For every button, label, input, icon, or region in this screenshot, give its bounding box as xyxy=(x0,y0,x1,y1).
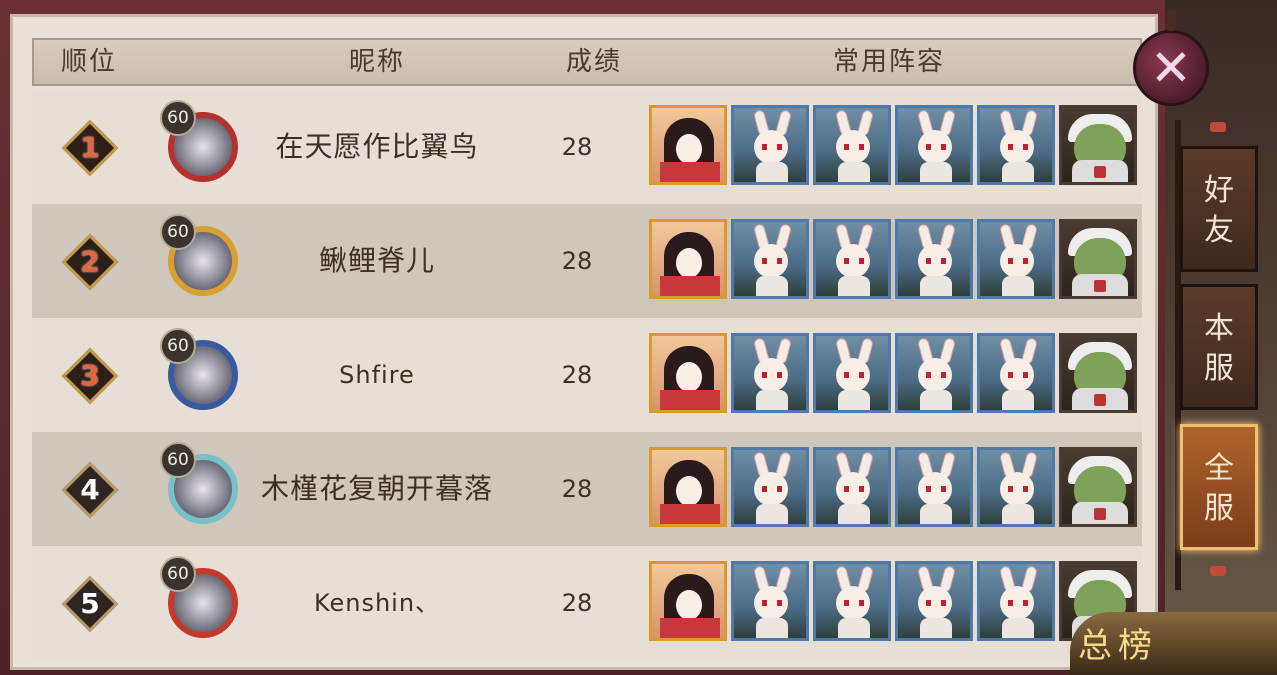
tab-friends[interactable]: 好 友 xyxy=(1180,146,1258,272)
tab-friends-label-2: 友 xyxy=(1204,213,1234,248)
rank-badge: 1 xyxy=(61,119,119,177)
shikigami-rabbit-icon[interactable] xyxy=(731,105,809,185)
level-badge: 60 xyxy=(160,214,196,250)
score: 28 xyxy=(561,133,593,161)
shikigami-rabbit-icon[interactable] xyxy=(813,561,891,641)
avatar[interactable]: 60 xyxy=(160,214,242,298)
tab-server-label-1: 本 xyxy=(1204,311,1234,346)
pin-decoration xyxy=(1166,9,1176,31)
shikigami-rabbit-icon[interactable] xyxy=(977,333,1055,413)
header-score: 成绩 xyxy=(565,47,622,77)
shikigami-rabbit-icon[interactable] xyxy=(731,561,809,641)
bow-decoration xyxy=(1210,566,1226,576)
tab-friends-label-1: 好 xyxy=(1204,173,1234,208)
tab-server-label-2: 服 xyxy=(1204,351,1234,386)
score: 28 xyxy=(561,247,593,275)
shikigami-rabbit-icon[interactable] xyxy=(895,447,973,527)
shikigami-umbrella-girl-icon[interactable] xyxy=(649,561,727,641)
rank-number: 2 xyxy=(80,245,100,278)
shikigami-rabbit-icon[interactable] xyxy=(895,333,973,413)
team-lineup xyxy=(649,219,1139,301)
shikigami-umbrella-girl-icon[interactable] xyxy=(649,219,727,299)
avatar[interactable]: 60 xyxy=(160,442,242,526)
leaderboard-row[interactable]: 5 60 Kenshin、 28 xyxy=(32,546,1142,660)
level-badge: 60 xyxy=(160,328,196,364)
nickname: 木槿花复朝开暮落 xyxy=(260,472,493,505)
team-lineup xyxy=(649,561,1139,643)
shikigami-rabbit-icon[interactable] xyxy=(977,447,1055,527)
shikigami-rabbit-icon[interactable] xyxy=(731,447,809,527)
level-badge: 60 xyxy=(160,100,196,136)
shikigami-rabbit-icon[interactable] xyxy=(895,105,973,185)
shikigami-rabbit-icon[interactable] xyxy=(731,219,809,299)
table-header: 顺位 昵称 成绩 常用阵容 xyxy=(32,38,1142,86)
rank-badge: 3 xyxy=(61,347,119,405)
header-nickname: 昵称 xyxy=(348,47,405,77)
shikigami-umbrella-girl-icon[interactable] xyxy=(649,447,727,527)
shikigami-rabbit-icon[interactable] xyxy=(977,219,1055,299)
shikigami-frog-icon[interactable] xyxy=(1059,447,1137,527)
avatar[interactable]: 60 xyxy=(160,328,242,412)
tab-server[interactable]: 本 服 xyxy=(1180,284,1258,410)
shikigami-umbrella-girl-icon[interactable] xyxy=(649,105,727,185)
rank-number: 3 xyxy=(80,359,100,392)
leaderboard-row[interactable]: 1 60 在天愿作比翼鸟 28 xyxy=(32,90,1142,204)
shikigami-rabbit-icon[interactable] xyxy=(813,333,891,413)
header-rank: 顺位 xyxy=(60,47,117,77)
shikigami-rabbit-icon[interactable] xyxy=(731,333,809,413)
close-button[interactable]: ✕ xyxy=(1133,9,1209,106)
team-lineup xyxy=(649,447,1139,529)
shikigami-rabbit-icon[interactable] xyxy=(895,561,973,641)
tab-all-server-label-2: 服 xyxy=(1204,491,1234,526)
rank-badge: 2 xyxy=(61,233,119,291)
bow-decoration xyxy=(1210,122,1226,132)
shikigami-rabbit-icon[interactable] xyxy=(977,561,1055,641)
close-icon: ✕ xyxy=(1150,39,1192,97)
avatar[interactable]: 60 xyxy=(160,556,242,640)
nickname: 在天愿作比翼鸟 xyxy=(275,130,479,163)
nickname: Shfire xyxy=(339,361,415,389)
leaderboard-row[interactable]: 2 60 鳅鲤脊儿 28 xyxy=(32,204,1142,318)
rank-number: 1 xyxy=(80,131,100,164)
shikigami-frog-icon[interactable] xyxy=(1059,333,1137,413)
level-badge: 60 xyxy=(160,442,196,478)
shikigami-rabbit-icon[interactable] xyxy=(813,105,891,185)
nickname: 鳅鲤脊儿 xyxy=(318,244,435,277)
leaderboard-row[interactable]: 4 60 木槿花复朝开暮落 28 xyxy=(32,432,1142,546)
tab-all-server[interactable]: 全 服 xyxy=(1180,424,1258,550)
level-badge: 60 xyxy=(160,556,196,592)
header-team: 常用阵容 xyxy=(832,47,945,77)
shikigami-frog-icon[interactable] xyxy=(1059,105,1137,185)
emblem-text: 总榜 xyxy=(1078,626,1158,666)
leaderboard-emblem: 总榜 xyxy=(1070,612,1277,675)
shikigami-rabbit-icon[interactable] xyxy=(813,219,891,299)
shikigami-rabbit-icon[interactable] xyxy=(813,447,891,527)
nickname: Kenshin、 xyxy=(313,589,441,617)
rank-badge: 4 xyxy=(61,461,119,519)
team-lineup xyxy=(649,105,1139,187)
rank-number: 4 xyxy=(80,473,100,506)
shikigami-umbrella-girl-icon[interactable] xyxy=(649,333,727,413)
shikigami-rabbit-icon[interactable] xyxy=(977,105,1055,185)
shikigami-frog-icon[interactable] xyxy=(1059,219,1137,299)
leaderboard-row[interactable]: 3 60 Shfire 28 xyxy=(32,318,1142,432)
score: 28 xyxy=(561,361,593,389)
shikigami-rabbit-icon[interactable] xyxy=(895,219,973,299)
team-lineup xyxy=(649,333,1139,415)
score: 28 xyxy=(561,589,593,617)
avatar[interactable]: 60 xyxy=(160,100,242,184)
score: 28 xyxy=(561,475,593,503)
tab-all-server-label-1: 全 xyxy=(1204,451,1234,486)
rank-number: 5 xyxy=(80,587,100,620)
rank-badge: 5 xyxy=(61,575,119,633)
